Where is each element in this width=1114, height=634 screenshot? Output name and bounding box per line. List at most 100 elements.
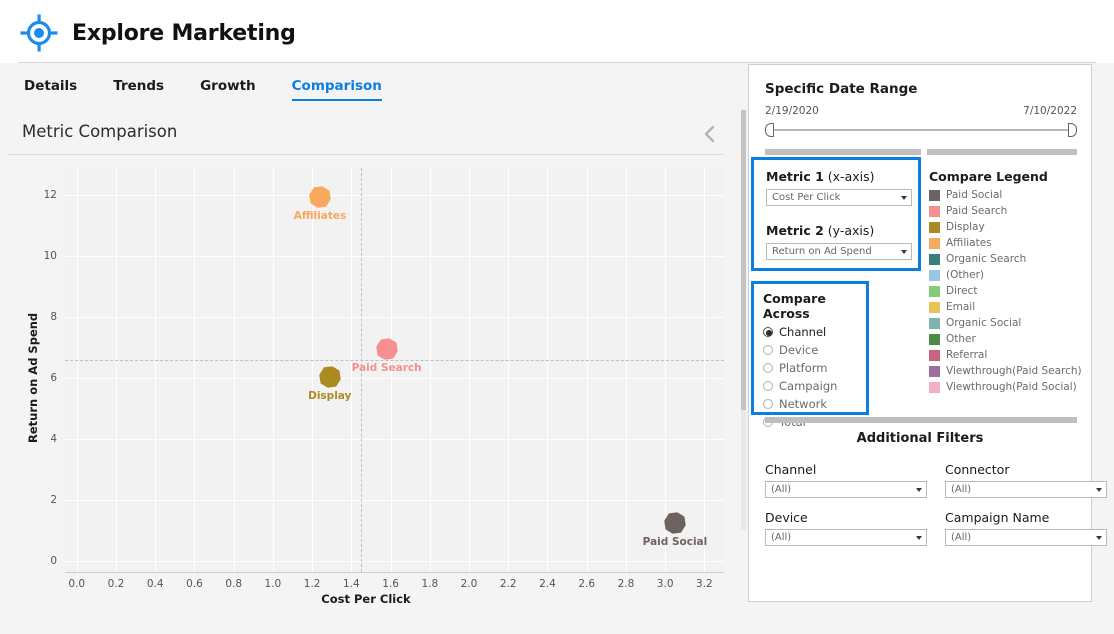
tab-trends[interactable]: Trends	[113, 78, 164, 101]
legend-item-label: Display	[946, 221, 985, 233]
gridline-vertical	[272, 168, 274, 572]
filter-label: Channel	[765, 462, 817, 477]
x-axis-tick-label: 0.8	[225, 578, 243, 590]
compare-across-option-platform[interactable]: Platform	[763, 361, 866, 375]
filter-label: Campaign Name	[945, 510, 1050, 525]
chevron-down-icon	[901, 195, 907, 200]
legend-item[interactable]: Email	[929, 299, 1087, 315]
filter-dropdown-connector[interactable]: (All)	[945, 481, 1107, 498]
tab-comparison[interactable]: Comparison	[291, 78, 382, 101]
metric2-dropdown[interactable]: Return on Ad Spend	[766, 243, 912, 260]
scatter-plot: Return on Ad Spend 0 2 4 6 8 10 12 Affiliates P…	[8, 155, 738, 625]
filters-divider	[765, 417, 1077, 423]
legend-item[interactable]: Organic Search	[929, 251, 1087, 267]
chevron-left-icon[interactable]	[696, 120, 724, 148]
gridline-vertical	[508, 168, 510, 572]
gridline-vertical	[547, 168, 549, 572]
compare-legend-title: Compare Legend	[929, 169, 1048, 184]
date-range-slider[interactable]	[765, 123, 1077, 137]
compare-across-option-campaign[interactable]: Campaign	[763, 379, 866, 393]
radio-button[interactable]	[763, 327, 773, 337]
additional-filters-grid: Channel (All) Connector (All) Device (All) Cam…	[765, 462, 1107, 546]
legend-item[interactable]: Direct	[929, 283, 1087, 299]
additional-filters: Additional Filters Channel (All) Connector…	[749, 431, 1107, 546]
radio-button[interactable]	[763, 363, 773, 373]
legend-color-swatch	[929, 301, 940, 313]
radio-button[interactable]	[763, 345, 773, 355]
legend-item-label: Viewthrough(Paid Social)	[946, 381, 1077, 393]
additional-filters-title: Additional Filters	[856, 431, 984, 446]
compare-across-option-device[interactable]: Device	[763, 343, 866, 357]
legend-item[interactable]: Organic Social	[929, 315, 1087, 331]
plot-area: Affiliates Paid Search Display Paid Social	[65, 168, 724, 572]
tab-details[interactable]: Details	[24, 78, 77, 101]
app-root: Explore Marketing Details Trends Growth …	[0, 0, 1114, 634]
filter-field: Device (All)	[765, 510, 927, 546]
tab-growth[interactable]: Growth	[200, 78, 256, 101]
x-axis-tick-label: 2.4	[539, 578, 556, 590]
page-title: Explore Marketing	[72, 20, 296, 46]
compare-across-options: ChannelDevicePlatformCampaignNetworkTota…	[763, 325, 866, 429]
legend-item[interactable]: Other	[929, 331, 1087, 347]
scatter-point[interactable]	[317, 364, 343, 390]
filter-label: Connector	[945, 462, 1010, 477]
panel-scrollbar-thumb[interactable]	[741, 110, 746, 410]
x-axis-tick-label: 2.6	[578, 578, 596, 590]
filter-dropdown-channel[interactable]: (All)	[765, 481, 927, 498]
scatter-point-label: Affiliates	[293, 209, 347, 222]
legend-item-label: Email	[946, 301, 976, 313]
section-divider-right	[927, 149, 1077, 155]
chart-title: Metric Comparison	[22, 122, 178, 141]
header-brand: Explore Marketing	[18, 12, 296, 54]
scatter-point-label: Paid Search	[351, 362, 422, 375]
compare-across-group: Compare Across Channel Device Platform Camp…	[751, 281, 869, 429]
x-axis-tick-label: 3.2	[696, 578, 713, 590]
legend-item[interactable]: (Other)	[929, 267, 1087, 283]
legend-item[interactable]: Display	[929, 219, 1087, 235]
legend-item[interactable]: Referral	[929, 347, 1087, 363]
filter-field: Channel (All)	[765, 462, 927, 498]
filter-dropdown-campaign-name[interactable]: (All)	[945, 529, 1107, 546]
scatter-point[interactable]	[374, 336, 400, 362]
y-axis-tick-label: 4	[50, 433, 57, 446]
metric1-label: Metric 1 (x-axis)	[766, 169, 912, 184]
compare-across-option-label: Device	[779, 343, 819, 357]
app-header: Explore Marketing	[0, 0, 1114, 63]
scatter-point[interactable]	[307, 184, 333, 210]
legend-item[interactable]: Viewthrough(Paid Search)	[929, 363, 1087, 379]
filter-value: (All)	[951, 532, 972, 543]
crosshair-target-icon	[18, 12, 60, 54]
legend-item[interactable]: Viewthrough(Paid Social)	[929, 379, 1087, 395]
metric1-dropdown[interactable]: Cost Per Click	[766, 189, 912, 206]
legend-item[interactable]: Paid Social	[929, 187, 1087, 203]
legend-color-swatch	[929, 365, 940, 377]
filter-dropdown-device[interactable]: (All)	[765, 529, 927, 546]
legend-color-swatch	[929, 269, 940, 281]
legend-item[interactable]: Affiliates	[929, 235, 1087, 251]
gridline-horizontal	[65, 378, 724, 380]
y-axis-tick-label: 8	[50, 311, 57, 324]
legend-item-label: Other	[946, 333, 976, 345]
compare-across-option-network[interactable]: Network	[763, 397, 866, 411]
gridline-vertical	[155, 168, 157, 572]
chevron-down-icon	[1096, 487, 1102, 492]
compare-across-option-label: Platform	[779, 361, 828, 375]
y-axis-tick-label: 6	[50, 372, 57, 385]
radio-button[interactable]	[763, 381, 773, 391]
compare-across-option-channel[interactable]: Channel	[763, 325, 866, 339]
slider-handle-end[interactable]	[1068, 123, 1077, 137]
slider-handle-start[interactable]	[765, 123, 774, 137]
gridline-vertical	[704, 168, 706, 572]
legend-color-swatch	[929, 333, 940, 345]
compare-across-option-label: Campaign	[779, 379, 838, 393]
metric1-value: Cost Per Click	[772, 192, 841, 203]
gridline-horizontal	[65, 439, 724, 441]
scatter-point-label: Paid Social	[642, 536, 708, 549]
gridline-horizontal	[65, 500, 724, 502]
legend-item-label: Affiliates	[946, 237, 992, 249]
legend-color-swatch	[929, 285, 940, 297]
filter-value: (All)	[771, 532, 792, 543]
x-axis-tick-label: 1.8	[421, 578, 439, 590]
radio-button[interactable]	[763, 399, 773, 409]
legend-item[interactable]: Paid Search	[929, 203, 1087, 219]
